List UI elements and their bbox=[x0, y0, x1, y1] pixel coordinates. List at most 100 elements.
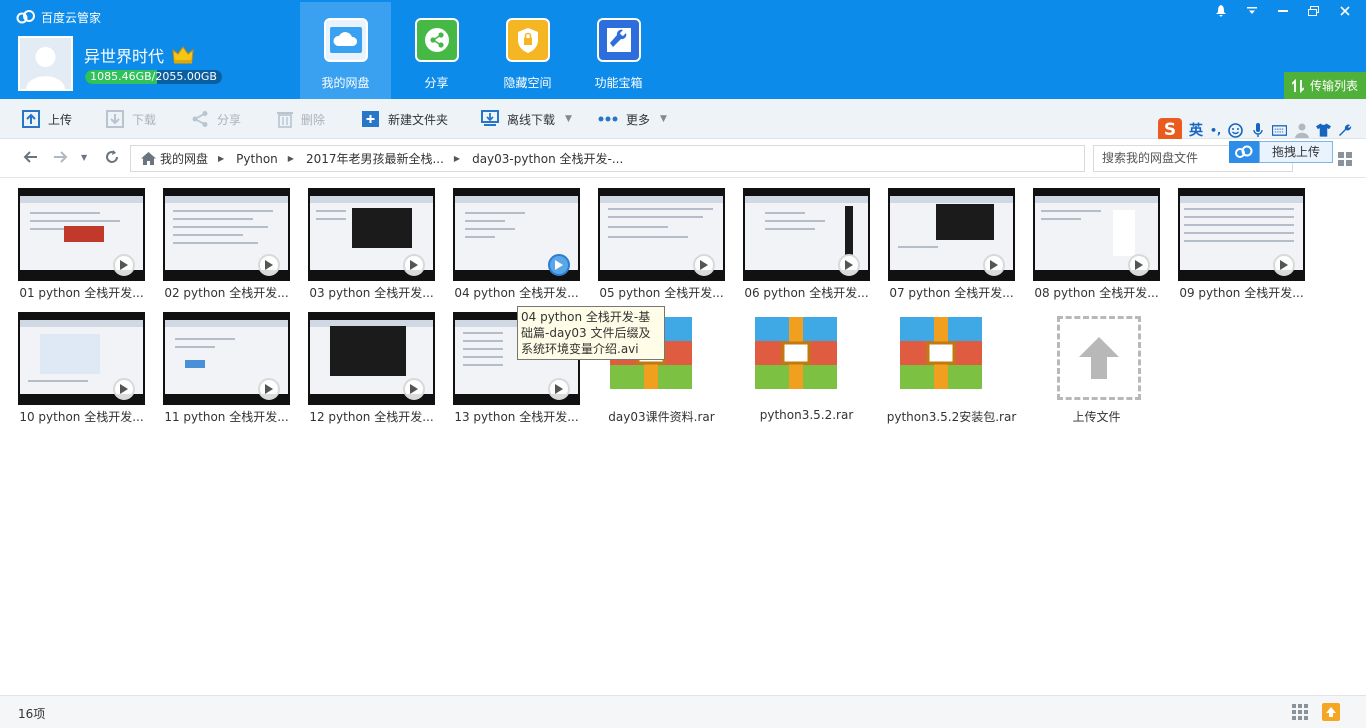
address-bar-row: ▼ 我的网盘 ▶ Python ▶ 2017年老男孩最新全栈... ▶ day0… bbox=[0, 139, 1366, 178]
video-file-item[interactable]: 06 python 全栈开发... bbox=[725, 178, 870, 300]
tab-toolbox[interactable]: 功能宝箱 bbox=[573, 2, 664, 99]
text-line bbox=[608, 216, 703, 218]
video-file-item[interactable]: 10 python 全栈开发... bbox=[0, 302, 145, 424]
minimize-icon[interactable] bbox=[1267, 0, 1298, 22]
archive-file-item[interactable]: python3.5.2安装包.rar bbox=[870, 302, 1016, 424]
history-dropdown-icon[interactable]: ▼ bbox=[81, 153, 87, 162]
play-icon bbox=[258, 378, 280, 400]
file-name: 06 python 全栈开发... bbox=[744, 286, 869, 300]
text-line bbox=[463, 332, 503, 334]
video-file-item[interactable]: 11 python 全栈开发... bbox=[145, 302, 290, 424]
avatar[interactable] bbox=[18, 36, 73, 91]
ime-punctuation-toggle[interactable]: •, bbox=[1210, 124, 1221, 137]
file-name: 09 python 全栈开发... bbox=[1179, 286, 1304, 300]
upload-arrow-icon[interactable] bbox=[1322, 703, 1340, 721]
video-file-item[interactable]: 12 python 全栈开发... bbox=[290, 302, 435, 424]
text-line bbox=[608, 208, 713, 210]
file-name: day03课件资料.rar bbox=[608, 410, 715, 424]
play-icon bbox=[113, 378, 135, 400]
new-folder-icon bbox=[362, 111, 379, 127]
archive-file-item[interactable]: python3.5.2.rar bbox=[725, 302, 870, 422]
file-name: 11 python 全栈开发... bbox=[164, 410, 289, 424]
download-icon bbox=[106, 110, 124, 128]
wrench-icon bbox=[596, 18, 641, 62]
delete-button[interactable]: 删除 bbox=[277, 99, 325, 139]
text-line bbox=[765, 228, 815, 230]
forward-arrow-icon[interactable] bbox=[53, 149, 69, 168]
thumbnail-view-icon[interactable] bbox=[1292, 704, 1308, 720]
video-file-item[interactable]: 07 python 全栈开发... bbox=[870, 178, 1015, 300]
vip-crown-icon bbox=[172, 46, 194, 64]
app-title: 百度云管家 bbox=[41, 10, 102, 25]
text-line bbox=[316, 218, 346, 220]
upload-file-tile[interactable]: 上传文件 bbox=[1015, 302, 1160, 424]
new-folder-button[interactable]: 新建文件夹 bbox=[361, 99, 448, 139]
menu-dropdown-icon[interactable] bbox=[1236, 0, 1267, 22]
text-line bbox=[465, 220, 505, 222]
download-button[interactable]: 下载 bbox=[106, 99, 156, 139]
drag-upload-tip[interactable]: 拖拽上传 bbox=[1229, 141, 1334, 163]
upload-label: 上传 bbox=[48, 112, 73, 127]
play-icon bbox=[1128, 254, 1150, 276]
rar-archive-icon bbox=[755, 317, 837, 389]
app-title-bar: 百度云管家 bbox=[16, 8, 101, 26]
share-toolbar-icon bbox=[192, 111, 208, 127]
text-line bbox=[463, 348, 503, 350]
offline-download-button[interactable]: 离线下载 ▼ bbox=[481, 99, 572, 139]
offline-download-label: 离线下载 bbox=[507, 112, 556, 127]
video-file-item[interactable]: 04 python 全栈开发... bbox=[435, 178, 580, 300]
video-file-item[interactable]: 08 python 全栈开发... bbox=[1015, 178, 1160, 300]
back-arrow-icon[interactable] bbox=[22, 149, 38, 168]
video-file-item[interactable]: 01 python 全栈开发... bbox=[0, 178, 145, 300]
video-file-item[interactable]: 05 python 全栈开发... bbox=[580, 178, 725, 300]
username[interactable]: 异世界时代 bbox=[84, 43, 194, 67]
storage-quota-bar: 1085.46GB/2055.00GB bbox=[85, 70, 222, 84]
chevron-down-icon: ▼ bbox=[565, 114, 572, 124]
file-tooltip: 04 python 全栈开发-基础篇-day03 文件后缀及系统环境变量介绍.a… bbox=[517, 306, 665, 360]
window-titlebar bbox=[1180, 196, 1303, 203]
keyboard-icon[interactable] bbox=[1272, 123, 1288, 138]
file-grid: 01 python 全栈开发... 02 python 全栈开发... 03 pyt… bbox=[0, 178, 1366, 693]
text-line bbox=[1184, 216, 1294, 218]
text-line bbox=[30, 212, 100, 214]
transfer-list-button[interactable]: 传输列表 bbox=[1284, 72, 1366, 99]
tab-share[interactable]: 分享 bbox=[391, 2, 482, 99]
share-button[interactable]: 分享 bbox=[191, 99, 241, 139]
file-name: 上传文件 bbox=[1072, 410, 1121, 424]
tab-hidden-space[interactable]: 隐藏空间 bbox=[482, 2, 573, 99]
video-file-item[interactable]: 09 python 全栈开发... bbox=[1160, 178, 1305, 300]
close-icon[interactable] bbox=[1329, 0, 1360, 22]
notification-bell-icon[interactable] bbox=[1205, 0, 1236, 22]
video-thumbnail bbox=[18, 188, 145, 281]
video-thumbnail bbox=[1033, 188, 1160, 281]
settings-wrench-icon[interactable] bbox=[1338, 123, 1353, 138]
tab-my-disk[interactable]: 我的网盘 bbox=[300, 2, 391, 99]
window-titlebar bbox=[165, 320, 288, 327]
breadcrumb-item-day03[interactable]: day03-python 全栈开发-... bbox=[462, 150, 623, 167]
text-line bbox=[1041, 218, 1081, 220]
breadcrumb-item-my-disk[interactable]: 我的网盘 ▶ bbox=[131, 150, 226, 167]
shirt-skin-icon[interactable] bbox=[1316, 123, 1332, 138]
delete-label: 删除 bbox=[301, 112, 326, 127]
breadcrumb-item-python[interactable]: Python ▶ bbox=[226, 152, 296, 166]
smiley-icon[interactable] bbox=[1228, 122, 1244, 138]
console-window bbox=[185, 360, 205, 368]
grid-view-icon[interactable] bbox=[1338, 152, 1352, 166]
more-button[interactable]: 更多 ▼ bbox=[598, 99, 667, 139]
breadcrumb-item-course[interactable]: 2017年老男孩最新全栈... ▶ bbox=[296, 150, 462, 167]
video-file-item[interactable]: 02 python 全栈开发... bbox=[145, 178, 290, 300]
refresh-icon[interactable] bbox=[104, 149, 120, 169]
file-name: 05 python 全栈开发... bbox=[599, 286, 724, 300]
text-line bbox=[463, 364, 503, 366]
video-file-item[interactable]: 03 python 全栈开发... bbox=[290, 178, 435, 300]
microphone-icon[interactable] bbox=[1250, 122, 1265, 138]
maximize-icon[interactable] bbox=[1298, 0, 1329, 22]
user-icon[interactable] bbox=[1294, 123, 1309, 138]
play-icon bbox=[1273, 254, 1295, 276]
text-line bbox=[1184, 240, 1294, 242]
ime-language-toggle[interactable]: 英 bbox=[1189, 120, 1203, 140]
text-line bbox=[1184, 224, 1294, 226]
upload-button[interactable]: 上传 bbox=[22, 99, 72, 139]
window-titlebar bbox=[745, 196, 868, 203]
breadcrumb-label: Python bbox=[236, 151, 278, 166]
